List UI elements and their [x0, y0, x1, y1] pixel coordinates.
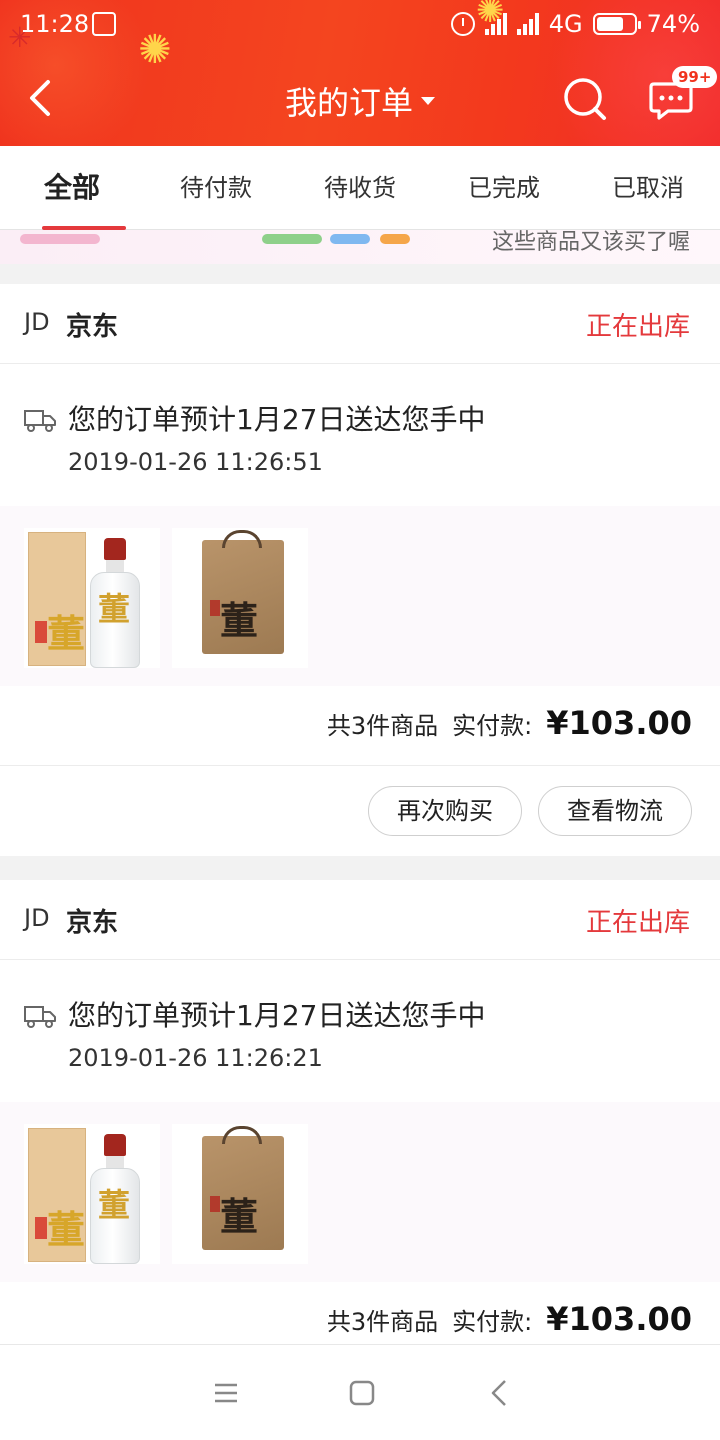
- battery-fill: [596, 17, 624, 31]
- menu-button[interactable]: [210, 1377, 242, 1409]
- order-total-row: 共3件商品 实付款: ¥103.00: [0, 686, 720, 766]
- tab-pending-payment[interactable]: 待付款: [156, 146, 276, 230]
- tab-completed[interactable]: 已完成: [444, 146, 564, 230]
- logistics-row[interactable]: 您的订单预计1月27日送达您手中 2019-01-26 11:26:21: [0, 960, 720, 1102]
- order-card[interactable]: JD 京东 正在出库 您的订单预计1月27日送达您手中 2019-01-26 1…: [0, 284, 720, 856]
- banner-decoration: [262, 234, 322, 244]
- gift-bag: 董: [202, 1126, 284, 1250]
- order-status: 正在出库: [585, 908, 690, 938]
- logistics-time: 2019-01-26 11:26:21: [68, 1044, 323, 1072]
- status-bar: 11:28 4G 74%: [0, 0, 720, 50]
- home-button[interactable]: [346, 1377, 378, 1409]
- liquor-box: 董: [28, 532, 86, 666]
- shop-name: 京东: [66, 908, 119, 938]
- banner-decoration: [330, 234, 370, 244]
- logistics-time: 2019-01-26 11:26:51: [68, 448, 323, 476]
- home-square-icon: [349, 1380, 375, 1406]
- search-icon: [564, 78, 606, 120]
- buy-again-button[interactable]: 再次购买: [368, 786, 522, 836]
- order-price: ¥103.00: [546, 704, 692, 742]
- logistics-message: 您的订单预计1月27日送达您手中: [68, 403, 486, 436]
- order-card[interactable]: JD 京东 正在出库 您的订单预计1月27日送达您手中 2019-01-26 1…: [0, 880, 720, 1362]
- status-right: 4G 74%: [450, 10, 700, 38]
- back-triangle-icon: [491, 1380, 506, 1406]
- jd-logo: JD: [24, 308, 50, 336]
- app-header: ✺ ✺ ✳ 11:28 4G 74% 我的订单 99+: [0, 0, 720, 146]
- banner-decoration: [20, 234, 100, 244]
- paid-label: 实付款:: [452, 712, 533, 740]
- message-badge: 99+: [672, 66, 718, 88]
- product-image-gift-bag[interactable]: 董: [172, 1124, 308, 1264]
- banner-decoration: [380, 234, 410, 244]
- product-image-gift-bag[interactable]: 董: [172, 528, 308, 668]
- liquor-box: 董: [28, 1128, 86, 1262]
- order-price: ¥103.00: [546, 1300, 692, 1338]
- paid-label: 实付款:: [452, 1308, 533, 1336]
- system-nav-bar: [0, 1344, 720, 1440]
- order-total: 共3件商品 实付款: ¥103.00: [327, 1300, 692, 1338]
- signal-icon: [484, 13, 507, 35]
- logistics-message: 您的订单预计1月27日送达您手中: [68, 999, 486, 1032]
- action-row: 再次购买 查看物流: [0, 766, 720, 856]
- order-status: 正在出库: [585, 312, 690, 342]
- jd-logo: JD: [24, 904, 50, 932]
- order-total: 共3件商品 实付款: ¥103.00: [327, 704, 692, 742]
- item-count: 共3件商品: [326, 712, 439, 740]
- system-back-button[interactable]: [484, 1377, 516, 1409]
- shop-row[interactable]: JD 京东 正在出库: [0, 880, 720, 960]
- tab-cancelled[interactable]: 已取消: [588, 146, 708, 230]
- shop-name: 京东: [66, 312, 119, 342]
- order-tabs: 全部 待付款 待收货 已完成 已取消: [0, 146, 720, 230]
- liquor-bottle: 董: [90, 1134, 140, 1264]
- liquor-bottle: 董: [90, 538, 140, 668]
- page-title-dropdown[interactable]: 我的订单: [0, 78, 720, 124]
- product-image-liquor[interactable]: 董 董: [24, 528, 160, 668]
- network-type: 4G: [548, 10, 583, 38]
- banner-text: 这些商品又该买了喔: [491, 230, 690, 255]
- tab-all[interactable]: 全部: [12, 146, 132, 230]
- nav-bar: 我的订单 99+: [0, 60, 720, 140]
- item-count: 共3件商品: [326, 1308, 439, 1336]
- truck-icon: [24, 410, 56, 432]
- menu-icon: [215, 1383, 237, 1403]
- truck-icon: [24, 1006, 56, 1028]
- status-time: 11:28: [20, 10, 90, 38]
- notification-icon: [92, 12, 116, 36]
- product-thumbnails[interactable]: 董 董 董: [0, 1102, 720, 1282]
- battery-icon: [592, 13, 641, 35]
- product-thumbnails[interactable]: 董 董 董: [0, 506, 720, 686]
- alarm-icon: [450, 12, 475, 36]
- caret-down-icon: [421, 97, 435, 105]
- shop-row[interactable]: JD 京东 正在出库: [0, 284, 720, 364]
- repurchase-banner[interactable]: 这些商品又该买了喔: [0, 230, 720, 264]
- tab-pending-delivery[interactable]: 待收货: [300, 146, 420, 230]
- search-button[interactable]: [562, 76, 608, 122]
- page-title: 我的订单: [284, 84, 413, 122]
- view-logistics-button[interactable]: 查看物流: [538, 786, 692, 836]
- gift-bag: 董: [202, 530, 284, 654]
- logistics-row[interactable]: 您的订单预计1月27日送达您手中 2019-01-26 11:26:51: [0, 364, 720, 506]
- product-image-liquor[interactable]: 董 董: [24, 1124, 160, 1264]
- battery-percent: 74%: [646, 10, 700, 38]
- signal-icon: [516, 13, 539, 35]
